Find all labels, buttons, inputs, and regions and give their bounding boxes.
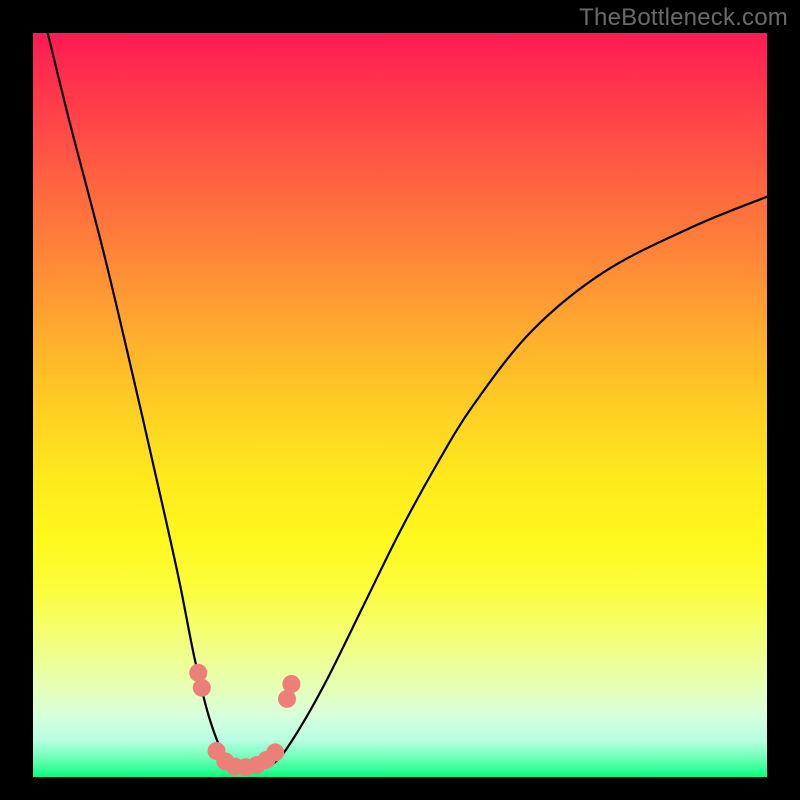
watermark-text: TheBottleneck.com bbox=[579, 4, 788, 32]
data-marker bbox=[189, 664, 207, 682]
data-markers bbox=[189, 664, 300, 777]
plot-area bbox=[33, 33, 767, 777]
data-marker bbox=[282, 675, 300, 693]
chart-frame: TheBottleneck.com bbox=[0, 0, 800, 800]
bottleneck-curve bbox=[48, 33, 767, 771]
data-marker bbox=[193, 679, 211, 697]
chart-svg bbox=[33, 33, 767, 777]
data-marker bbox=[266, 743, 284, 761]
